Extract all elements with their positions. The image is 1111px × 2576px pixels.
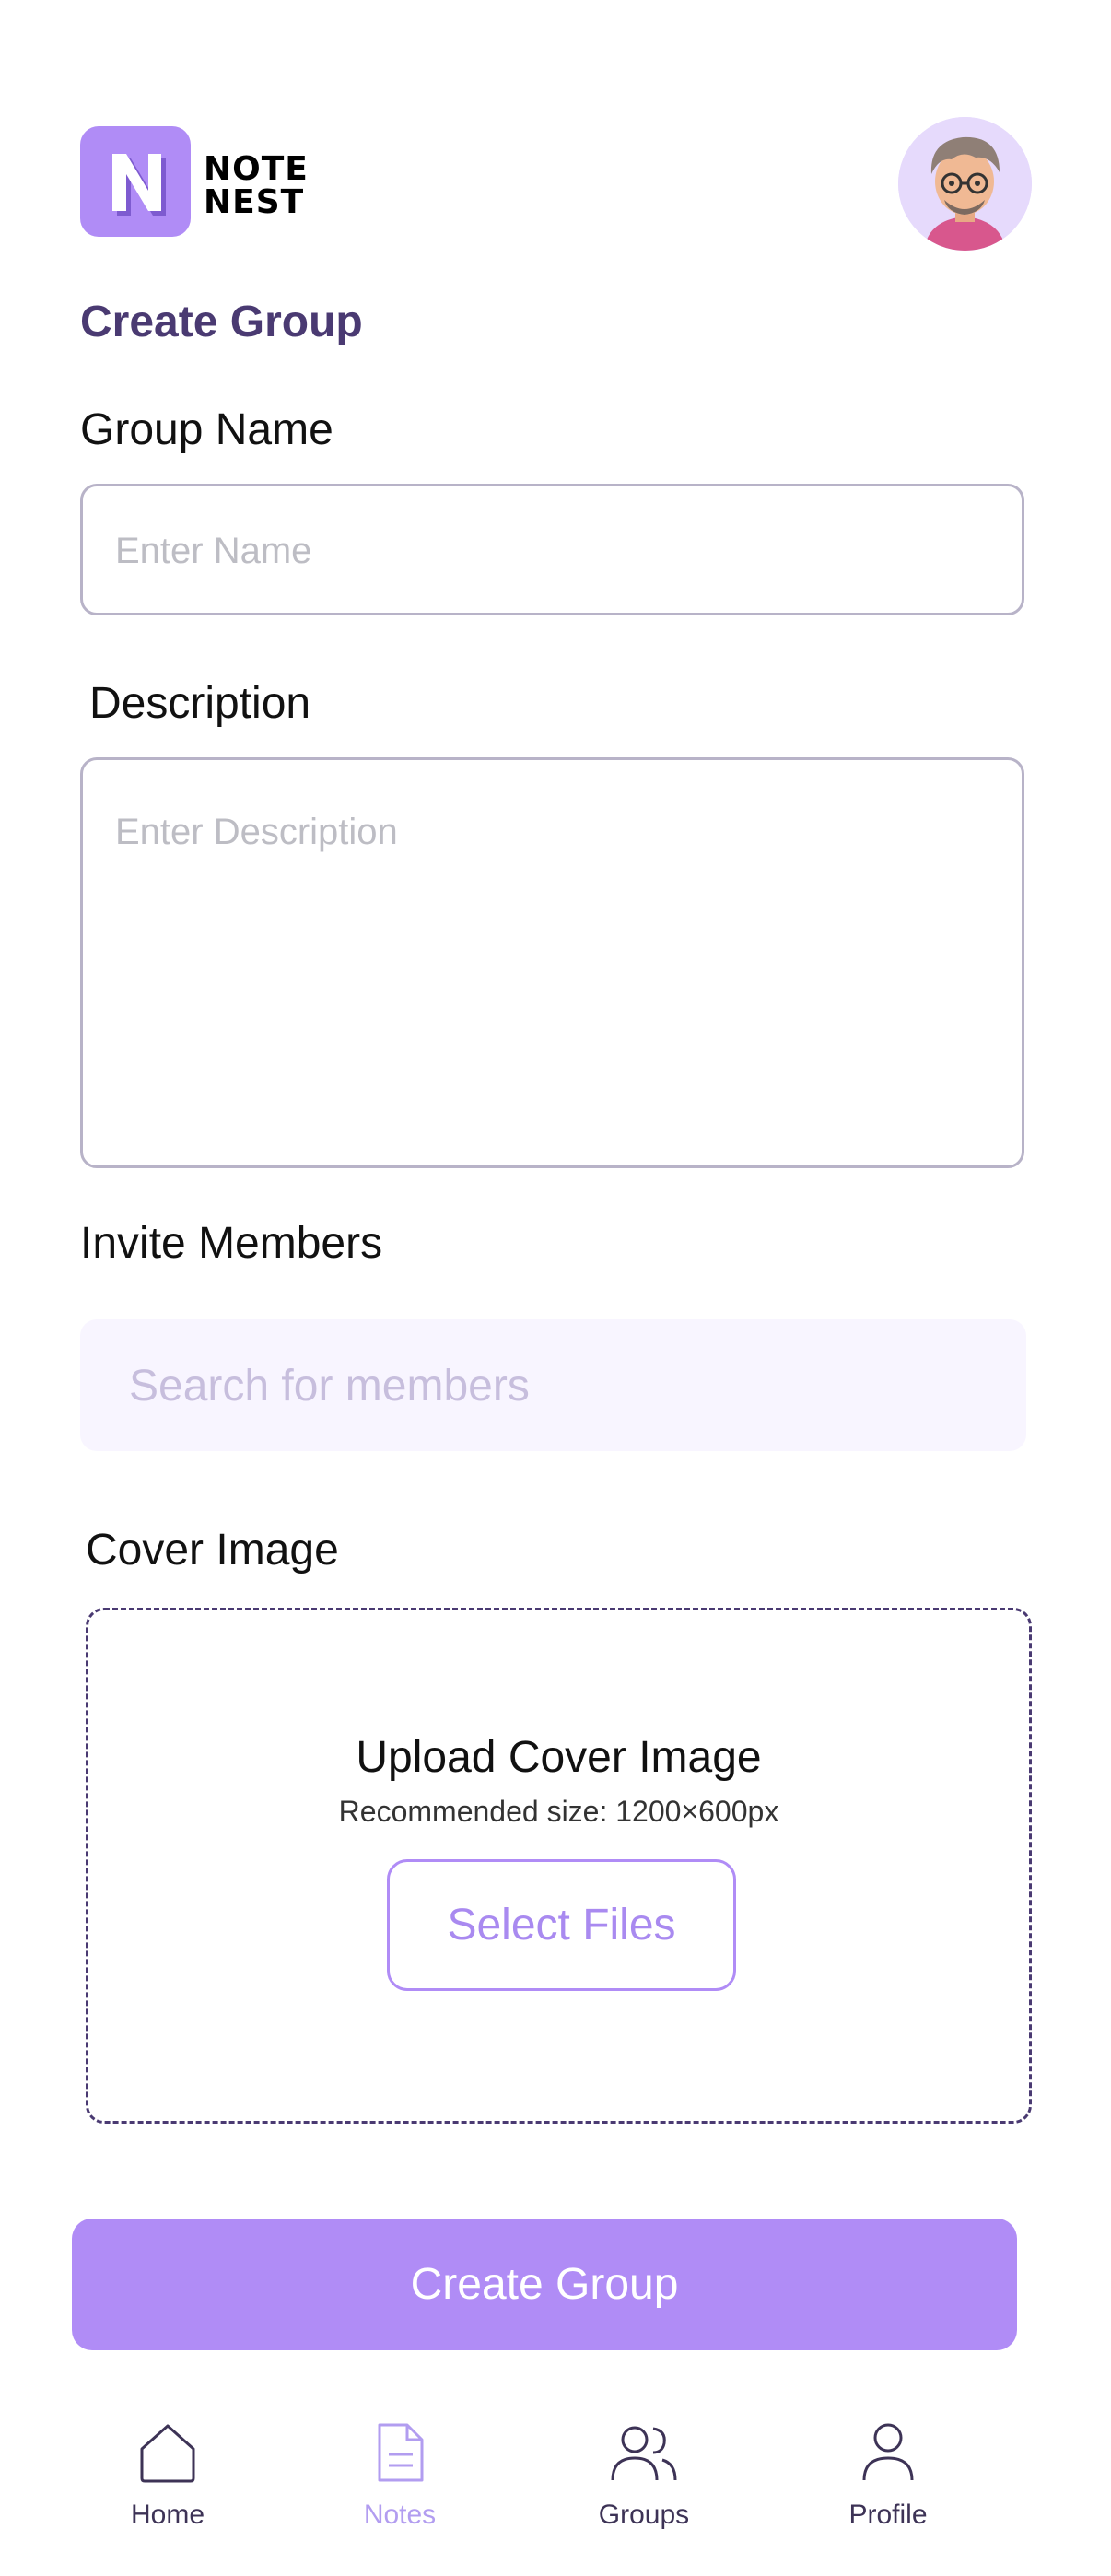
upload-title: Upload Cover Image [356, 1733, 762, 1782]
logo-word-note: NOTE [204, 150, 309, 188]
select-files-button[interactable]: Select Files [387, 1859, 736, 1991]
profile-icon [862, 2423, 914, 2481]
avatar-image [898, 117, 1032, 251]
logo-word-nest: NEST [204, 183, 305, 221]
group-name-placeholder: Enter Name [115, 531, 312, 571]
nav-notes-label: Notes [363, 2500, 437, 2530]
member-search-placeholder: Search for members [129, 1362, 530, 1411]
invite-members-label: Invite Members [80, 1219, 383, 1268]
description-label: Description [89, 679, 311, 728]
member-search-input[interactable]: Search for members [80, 1319, 1026, 1451]
nav-groups[interactable]: Groups [552, 2421, 736, 2532]
create-group-button[interactable]: Create Group [72, 2219, 1017, 2350]
nav-home[interactable]: Home [76, 2421, 260, 2532]
avatar[interactable] [898, 117, 1032, 251]
group-name-label: Group Name [80, 405, 333, 454]
logo-n-icon [112, 154, 166, 216]
description-placeholder: Enter Description [115, 812, 398, 852]
nav-notes[interactable]: Notes [308, 2421, 492, 2532]
nav-profile-label: Profile [848, 2500, 928, 2530]
description-field[interactable]: Enter Description [80, 757, 1024, 1168]
upload-hint: Recommended size: 1200×600px [338, 1795, 779, 1828]
cover-image-dropzone[interactable]: Upload Cover Image Recommended size: 120… [86, 1608, 1032, 2124]
groups-icon [611, 2426, 677, 2481]
notes-icon [378, 2423, 424, 2482]
page-title: Create Group [80, 298, 363, 346]
app-logo-text: NOTE NEST [204, 153, 309, 219]
nav-groups-label: Groups [598, 2500, 690, 2530]
cover-image-label: Cover Image [86, 1526, 339, 1575]
group-name-field[interactable]: Enter Name [80, 484, 1024, 615]
home-icon [140, 2424, 195, 2483]
nav-profile[interactable]: Profile [796, 2421, 980, 2532]
app-logo [80, 126, 191, 237]
nav-home-label: Home [130, 2500, 205, 2530]
